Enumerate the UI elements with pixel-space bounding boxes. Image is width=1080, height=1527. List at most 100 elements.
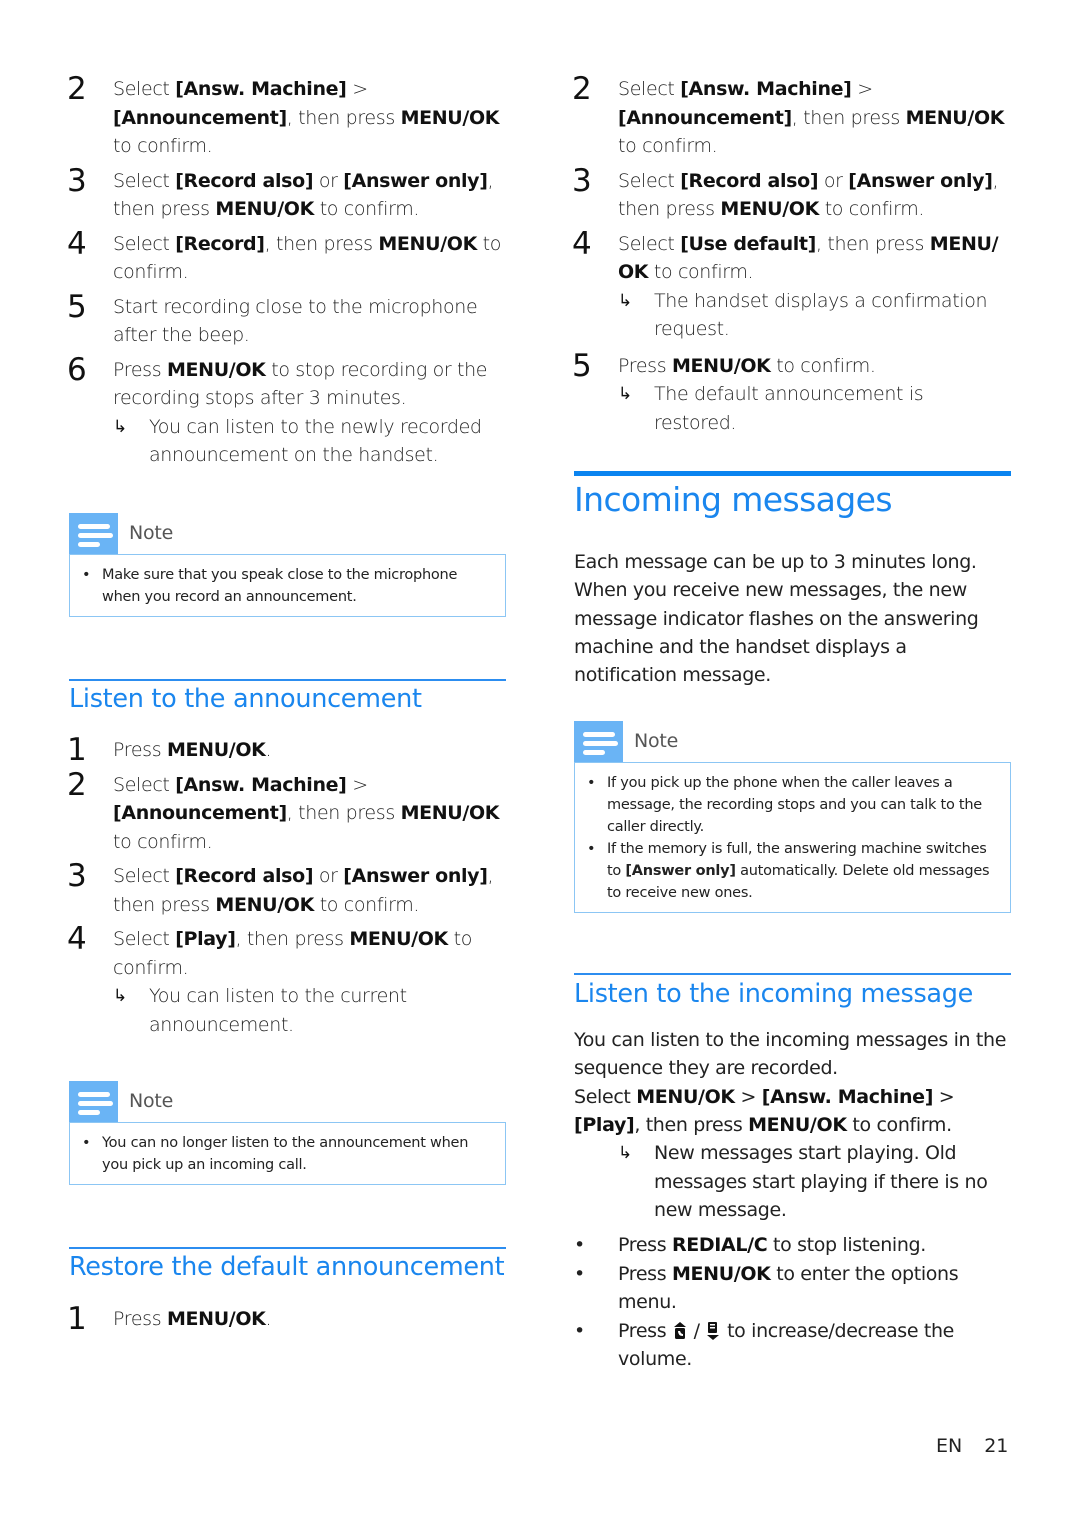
bold-keyword: MENU/OK (349, 928, 448, 950)
incoming-intro-paragraph: Each message can be up to 3 minutes long… (574, 551, 979, 687)
step-item: 1 Press MENU/OK. (67, 733, 506, 767)
option-text: Press / to increase/decrease the volume. (618, 1319, 955, 1371)
chapter-divider (574, 471, 1011, 476)
result-line: ↳ You can listen to the current announcem… (113, 982, 506, 1039)
restore-steps-start: 1 Press MENU/OK. (67, 1301, 506, 1337)
result-text: You can listen to the current announceme… (149, 985, 407, 1036)
bold-keyword: [Answer only] (343, 865, 488, 887)
bold-keyword: [Answ. Machine] (680, 78, 852, 100)
option-bullet: • Press REDIAL/C to stop listening. (574, 1231, 1011, 1260)
step-text: Select [Record also] or [Answer only], t… (113, 865, 494, 916)
step-text: Press MENU/OK to confirm. (618, 354, 876, 377)
note-box: Note If you pick up the phone when the ca… (574, 721, 1011, 913)
bold-keyword: MENU/OK (671, 1262, 771, 1285)
result-arrow-icon: ↳ (113, 416, 127, 437)
step-item: 3 Select [Record also] or [Answer only], … (67, 858, 506, 919)
step-text: Select [Use default], then press MENU/ O… (618, 232, 999, 284)
bullet-dot: • (574, 1234, 585, 1256)
restore-steps-continued: 2 Select [Answ. Machine] > [Announcement]… (572, 71, 1011, 437)
bold-keyword: [Use default] (680, 232, 816, 255)
bold-keyword: [Announcement] (618, 106, 792, 129)
footer-language: EN (936, 1435, 963, 1457)
step-item: 4 Select [Use default], then press MENU/ … (572, 225, 1011, 344)
bold-keyword: [Play] (574, 1113, 635, 1136)
note-icon (69, 513, 118, 554)
step-item: 2 Select [Answ. Machine] > [Announcement]… (572, 71, 1011, 161)
note-icon (574, 721, 623, 762)
result-text: The default announcement is restored. (654, 383, 924, 434)
step-number: 2 (572, 71, 592, 107)
result-line: ↳ New messages start playing. Old messag… (618, 1139, 1014, 1225)
bold-keyword: [Record also] (175, 169, 314, 192)
step-number: 3 (67, 858, 87, 894)
step-text: Select [Record also] or [Answer only], t… (618, 169, 999, 221)
bold-keyword: [Answ. Machine] (175, 773, 347, 796)
bold-keyword: MENU/OK (720, 198, 819, 220)
step-number: 3 (572, 162, 592, 199)
step-number: 5 (67, 288, 87, 325)
bold-keyword: [Record also] (175, 865, 314, 887)
section-heading-listen-announcement: Listen to the announcement (69, 684, 422, 714)
result-text: You can listen to the newly recorded ann… (149, 415, 482, 467)
step-number: 2 (67, 766, 87, 803)
options-list: • Press REDIAL/C to stop listening. • Press… (574, 1231, 1011, 1374)
note-header: Note (574, 721, 1011, 762)
step-text: Press MENU/OK. (113, 1308, 272, 1330)
note-label: Note (634, 730, 679, 752)
section-heading-incoming-messages: Incoming messages (574, 480, 893, 519)
listen-incoming-select: Select MENU/OK > [Answ. Machine] > [Play… (574, 1085, 955, 1136)
note-bullet: If you pick up the phone when the caller… (587, 772, 998, 838)
bold-keyword: MENU/OK (166, 739, 266, 761)
step-item: 2 Select [Answ. Machine] > [Announcement]… (67, 72, 506, 161)
step-item: 3 Select [Record also] or [Answer only], … (67, 164, 506, 224)
result-arrow-icon: ↳ (618, 1143, 632, 1164)
record-steps: 2 Select [Answ. Machine] > [Announcement]… (67, 72, 506, 470)
bold-keyword: MENU/OK (671, 354, 771, 377)
volume-up-key-icon (672, 1320, 688, 1342)
result-arrow-icon: ↳ (618, 384, 632, 404)
step-number: 5 (572, 347, 592, 384)
listen-incoming-intro: You can listen to the incoming messages … (574, 1029, 1007, 1080)
result-line: ↳ You can listen to the newly recorded an… (113, 413, 506, 470)
step-item: 1 Press MENU/OK. (67, 1301, 506, 1337)
section-heading-restore-default: Restore the default announcement (69, 1252, 505, 1282)
note-header: Note (69, 1081, 506, 1122)
bold-keyword: [Record also] (680, 169, 819, 192)
result-arrow-icon: ↳ (113, 986, 127, 1006)
step-item: 6 Press MENU/OK to stop recording or the … (67, 353, 506, 470)
step-number: 4 (572, 225, 592, 262)
bold-keyword: MENU/OK (748, 1113, 847, 1136)
note-header: Note (69, 513, 506, 554)
page-footer: EN 21 (936, 1435, 1008, 1457)
listen-announcement-steps: 1 Press MENU/OK. 2 Select [Answ. Machine] >… (67, 733, 506, 1039)
bold-keyword: [Record] (175, 232, 265, 255)
bullet-dot: • (574, 1319, 585, 1342)
result-text: New messages start playing. Old messages… (654, 1142, 988, 1222)
note-label: Note (129, 1090, 174, 1112)
listen-incoming-paragraph: You can listen to the incoming messages … (574, 1026, 1014, 1225)
bold-keyword: MENU/OK (378, 232, 477, 255)
step-item: 2 Select [Answ. Machine] > [Announcement]… (67, 766, 506, 857)
step-text: Select [Answ. Machine] > [Announcement],… (113, 78, 500, 157)
option-text: Press REDIAL/C to stop listening. (618, 1234, 926, 1256)
bold-keyword: [Answer only] (625, 863, 736, 879)
step-item: 4 Select [Record], then press MENU/OK to … (67, 227, 506, 287)
option-bullet: • Press / to increase/decrease the volume… (574, 1317, 1011, 1374)
bold-keyword: [Answer only] (343, 169, 488, 192)
bold-keyword: [Answ. Machine] (175, 78, 347, 100)
step-item: 5 Start recording close to the microphone… (67, 288, 506, 350)
step-number: 1 (67, 1301, 87, 1337)
bold-keyword: MENU/OK (636, 1085, 735, 1108)
step-text: Select [Answ. Machine] > [Announcement],… (618, 78, 1005, 157)
step-text: Select [Record], then press MENU/OK to c… (113, 232, 502, 284)
bold-keyword: MENU/OK (166, 1308, 266, 1330)
bold-keyword: [Play] (175, 928, 236, 950)
step-item: 4 Select [Play], then press MENU/OK to co… (67, 921, 506, 1039)
result-arrow-icon: ↳ (618, 290, 632, 311)
note-body: You can no longer listen to the announce… (69, 1122, 506, 1185)
step-number: 4 (67, 921, 87, 957)
step-text: Press MENU/OK. (113, 739, 272, 761)
section-divider (69, 1247, 506, 1249)
bold-keyword: MENU/OK (400, 802, 500, 824)
note-label: Note (129, 522, 174, 544)
